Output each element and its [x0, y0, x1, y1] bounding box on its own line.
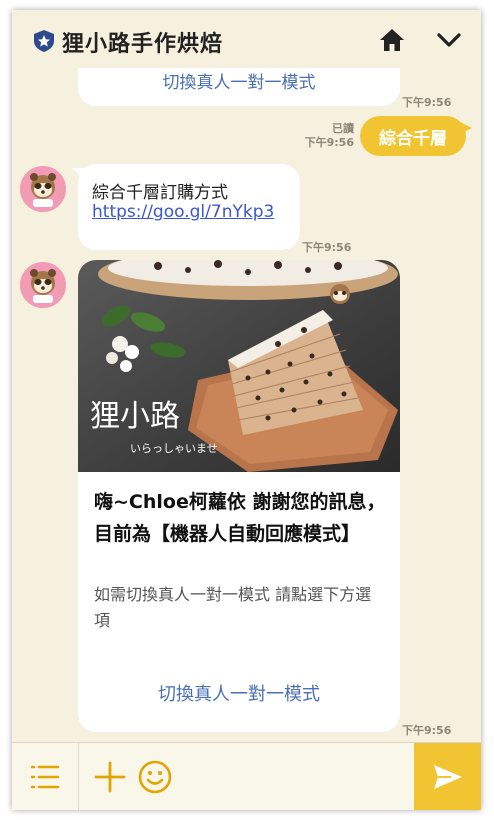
order-link[interactable]: https://goo.gl/7nYkp3 [92, 202, 274, 222]
chat-room-title: 狸小路手作烘焙 [62, 32, 224, 57]
emoji-icon[interactable] [138, 760, 172, 794]
read-status: 已讀 下午9:56 [304, 122, 354, 149]
card-title: 嗨~Chloe柯蘿依 謝謝您的訊息，目前為【機器人自動回應模式】 [94, 491, 386, 545]
chevron-down-icon[interactable] [436, 30, 462, 50]
chat-window: 切換真人一對一模式 下午9:56 已讀 下午9:56 綜合千層 綜合千層訂購方式… [12, 10, 481, 810]
timestamp: 下午9:56 [402, 96, 452, 109]
timestamp: 下午9:56 [302, 241, 352, 254]
message-input-bar [12, 742, 481, 810]
menu-icon[interactable] [30, 763, 60, 791]
chat-area[interactable]: 切換真人一對一模式 下午9:56 已讀 下午9:56 綜合千層 綜合千層訂購方式… [12, 10, 481, 742]
send-icon [433, 765, 462, 789]
raccoon-mascot-icon [20, 166, 66, 212]
cake-photo[interactable]: 狸小路 いらっしゃいませ [78, 260, 400, 472]
switch-mode-button-previous[interactable]: 切換真人一對一模式 [78, 68, 400, 93]
plus-icon[interactable] [94, 761, 126, 793]
switch-mode-button[interactable]: 切換真人一對一模式 [78, 680, 400, 706]
home-icon[interactable] [379, 28, 405, 52]
chat-header: 狸小路手作烘焙 [12, 10, 481, 68]
send-button[interactable] [414, 743, 481, 810]
sent-message-bubble[interactable]: 綜合千層 [360, 116, 466, 156]
divider [78, 743, 79, 810]
shield-star-icon [34, 30, 54, 52]
image-brand-text: 狸小路 [90, 399, 180, 434]
auto-reply-card: 狸小路 いらっしゃいませ 嗨~Chloe柯蘿依 謝謝您的訊息，目前為【機器人自動… [78, 260, 400, 732]
timestamp: 下午9:56 [402, 724, 452, 737]
reply-text: 綜合千層訂購方式 [92, 183, 228, 203]
message-input[interactable] [182, 757, 412, 797]
card-description: 如需切換真人一對一模式 請點選下方選項 [94, 585, 372, 630]
raccoon-mascot-icon [20, 262, 66, 308]
reply-message-bubble: 綜合千層訂購方式 https://goo.gl/7nYkp3 [78, 164, 300, 250]
image-caption-text: いらっしゃいませ [130, 442, 218, 455]
bot-avatar[interactable] [20, 262, 66, 308]
bot-avatar[interactable] [20, 166, 66, 212]
